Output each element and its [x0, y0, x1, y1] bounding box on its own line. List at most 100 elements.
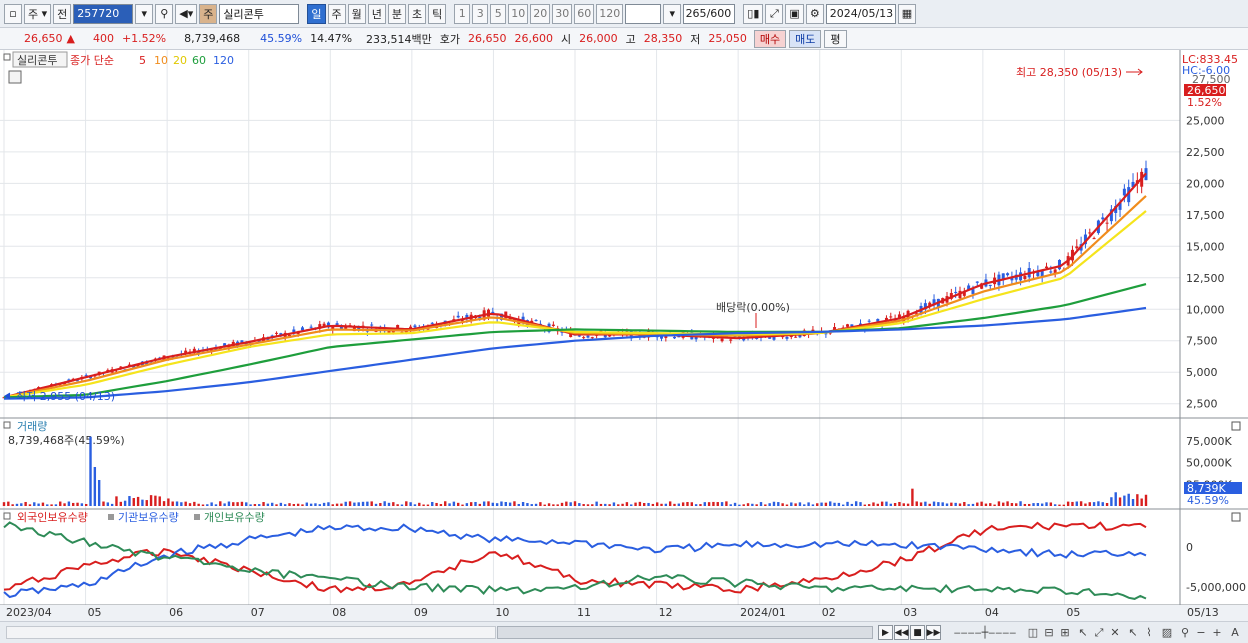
scroll-track[interactable] — [6, 626, 496, 639]
ma-120-label[interactable]: 120 — [213, 54, 234, 67]
search-icon[interactable]: ⚲ — [155, 3, 174, 24]
volume-bar — [500, 501, 503, 506]
candle-body — [889, 316, 893, 318]
stock-code-input[interactable]: 257720 — [73, 3, 134, 24]
period-tick[interactable]: 틱 — [428, 3, 447, 24]
volume-bar — [1019, 501, 1022, 506]
fast-forward-icon[interactable]: ▶▶ — [926, 625, 941, 640]
save-icon[interactable]: ▣ — [785, 3, 804, 24]
plus-icon[interactable]: + — [1210, 625, 1224, 640]
sell-button[interactable]: 매도 — [789, 29, 822, 48]
period-second[interactable]: 초 — [408, 3, 427, 24]
volume-bar — [110, 503, 114, 506]
candle-body — [1101, 217, 1105, 220]
split-icon[interactable]: ⊟ — [1042, 625, 1056, 640]
image-icon[interactable]: ▨ — [1160, 625, 1174, 640]
price-tick-label: 25,000 — [1186, 114, 1225, 127]
volume-bar — [301, 504, 304, 506]
avg-button[interactable]: 평 — [824, 29, 847, 48]
price-tick-label: 2,500 — [1186, 398, 1218, 411]
ma-20-label[interactable]: 20 — [173, 54, 187, 67]
period-week[interactable]: 주 — [327, 3, 346, 24]
scroll-thumb[interactable] — [497, 626, 873, 639]
interval-30[interactable]: 30 — [552, 3, 573, 24]
layout-icon[interactable]: ▫ — [4, 3, 22, 24]
volume-bar — [937, 502, 940, 506]
table-icon[interactable]: ⊞ — [1058, 625, 1072, 640]
minus-icon[interactable]: − — [1194, 625, 1208, 640]
volume-bar — [206, 504, 209, 506]
prev-button[interactable]: 전 — [53, 3, 72, 24]
legend-foreign[interactable]: 외국인보유수량 — [17, 511, 88, 524]
candle-body — [729, 339, 733, 341]
font-icon[interactable]: A — [1228, 625, 1242, 640]
calendar-icon[interactable]: ▦ — [897, 3, 917, 24]
volume-bar — [660, 503, 663, 506]
settings-icon[interactable]: ⚙ — [805, 3, 824, 24]
volume-bar — [738, 504, 741, 506]
interval-dropdown-icon[interactable]: ▾ — [663, 3, 682, 24]
cross-icon[interactable]: ✕ — [1108, 625, 1122, 640]
volume-bar — [33, 502, 36, 506]
ma-5-label[interactable]: 5 — [139, 54, 146, 67]
volume-bar — [296, 503, 300, 506]
scroll-right-icon[interactable]: ▶ — [878, 625, 893, 640]
window-icon[interactable]: ◫ — [1026, 625, 1040, 640]
candle-body — [975, 281, 979, 283]
volume-bar — [543, 504, 546, 506]
market-select[interactable]: 주 ▾ — [24, 3, 52, 24]
holdings-close-icon[interactable] — [1231, 512, 1241, 522]
line-tool-icon[interactable]: ⤢ — [765, 3, 784, 24]
interval-120[interactable]: 120 — [596, 3, 624, 24]
interval-custom-input[interactable] — [625, 3, 662, 24]
volume-bar — [534, 503, 538, 506]
period-month[interactable]: 월 — [347, 3, 366, 24]
speaker-icon[interactable]: ◀▾ — [175, 3, 198, 24]
candle-icon[interactable]: ▯▮ — [743, 3, 764, 24]
interval-3[interactable]: 3 — [472, 3, 489, 24]
interval-20[interactable]: 20 — [530, 3, 551, 24]
period-year[interactable]: 년 — [367, 3, 386, 24]
arrow-tool-icon[interactable]: ↖ — [1126, 625, 1140, 640]
volume-bar — [353, 502, 356, 506]
volume-bar — [859, 502, 862, 506]
chart-area[interactable]: 실리콘투 종가 단순 5 10 20 60 120 25,00022,50020… — [0, 50, 1248, 621]
volume-bar — [457, 502, 460, 506]
buy-button[interactable]: 매수 — [753, 29, 787, 48]
x-tick-label: 05 — [1066, 606, 1080, 619]
volume-title: 거래량 — [17, 420, 47, 433]
candle-body — [1092, 238, 1096, 240]
volume-bar — [141, 499, 144, 506]
fib-icon[interactable]: ⌇ — [1142, 625, 1156, 640]
calculator-icon[interactable] — [8, 70, 22, 84]
high-label: 고 — [625, 32, 636, 46]
date-input[interactable]: 2024/05/13 — [825, 3, 896, 24]
volume-bar — [392, 502, 395, 506]
ma-10-label[interactable]: 10 — [154, 54, 168, 67]
interval-5[interactable]: 5 — [490, 3, 507, 24]
code-dropdown-icon[interactable]: ▾ — [135, 3, 154, 24]
count-input[interactable]: 265/600 — [683, 3, 736, 24]
ma-60-label[interactable]: 60 — [192, 54, 206, 67]
volume-badge-pct: 45.59% — [1187, 494, 1229, 507]
zoom-slider[interactable]: ‒‒‒‒┼‒‒‒‒ — [950, 625, 1020, 640]
rewind-icon[interactable]: ◀◀ — [894, 625, 909, 640]
current-price: 26,650 — [24, 32, 63, 45]
legend-institution[interactable]: 기관보유수량 — [118, 511, 179, 524]
volume-bar — [167, 498, 170, 506]
search-icon[interactable]: ⚲ — [1178, 625, 1192, 640]
stop-icon[interactable]: ■ — [910, 625, 925, 640]
draw-line-icon[interactable]: ↖ — [1076, 625, 1090, 640]
trend-icon[interactable]: ⤢ — [1092, 625, 1106, 640]
volume-bar — [435, 502, 438, 506]
period-day[interactable]: 일 — [307, 3, 326, 24]
interval-60[interactable]: 60 — [574, 3, 595, 24]
interval-10[interactable]: 10 — [508, 3, 529, 24]
volume-bar — [461, 504, 464, 506]
interval-1[interactable]: 1 — [454, 3, 471, 24]
legend-individual[interactable]: 개인보유수량 — [204, 511, 265, 524]
period-minute[interactable]: 분 — [387, 3, 407, 24]
volume-close-icon[interactable] — [1231, 421, 1241, 431]
volume-bar — [396, 504, 399, 506]
volume-bar — [24, 501, 27, 506]
